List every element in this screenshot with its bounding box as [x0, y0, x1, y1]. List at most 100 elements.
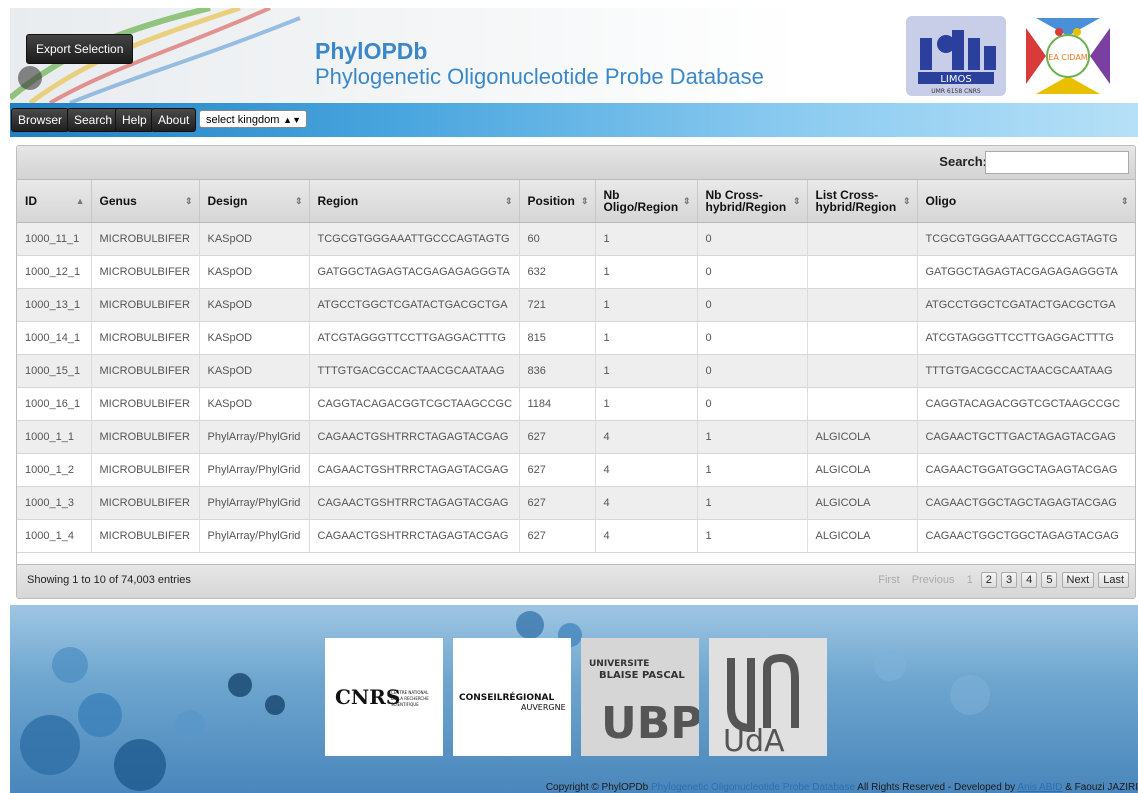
pager-page-4[interactable]: 4: [1021, 572, 1038, 588]
cell-list-cross-hybrid: [807, 255, 918, 289]
col-header-region[interactable]: Region ⇕: [309, 180, 520, 223]
table-row[interactable]: 1000_1_2 MICROBULBIFER PhylArray/PhylGrid C…: [17, 453, 1135, 487]
col-header-oligo[interactable]: Oligo ⇕: [917, 180, 1135, 223]
cell-list-cross-hybrid: [807, 354, 918, 388]
col-header-position[interactable]: Position ⇕: [519, 180, 596, 223]
col-header-design[interactable]: Design ⇕: [199, 180, 310, 223]
cell-region: CAGAACTGSHTRRCTAGAGTACGAG: [309, 453, 520, 487]
svg-text:UNIVERSITE: UNIVERSITE: [589, 659, 649, 669]
cell-list-cross-hybrid: [807, 321, 918, 355]
table-row[interactable]: 1000_11_1 MICROBULBIFER KASpOD TCGCGTGGGAAA…: [17, 222, 1135, 256]
table-row[interactable]: 1000_1_3 MICROBULBIFER PhylArray/PhylGrid C…: [17, 486, 1135, 520]
cell-nb-oligo: 1: [595, 354, 698, 388]
cnrs-logo-graphic: CNRS CENTRE NATIONAL DE LA RECHERCHE SCI…: [335, 685, 429, 709]
cell-nb-oligo: 1: [595, 255, 698, 289]
nav-about-button[interactable]: About: [151, 108, 197, 132]
table-row[interactable]: 1000_13_1 MICROBULBIFER KASpOD ATGCCTGGCTCG…: [17, 288, 1135, 322]
author-link[interactable]: Anis ABID: [1017, 782, 1062, 793]
pager-last[interactable]: Last: [1098, 572, 1129, 588]
cell-nb-cross-hybrid: 1: [697, 420, 808, 454]
table-row[interactable]: 1000_1_1 MICROBULBIFER PhylArray/PhylGrid C…: [17, 420, 1135, 454]
pager-page-3[interactable]: 3: [1000, 572, 1018, 588]
cell-design: KASpOD: [199, 255, 310, 289]
sort-icon: ⇕: [792, 196, 801, 206]
cell-id: 1000_15_1: [17, 354, 92, 388]
table-footer: Showing 1 to 10 of 74,003 entries First …: [17, 564, 1135, 598]
ea-cidam-text: EA CIDAM: [1048, 53, 1088, 62]
search-input[interactable]: [985, 151, 1129, 174]
col-header-id[interactable]: ID ▲: [17, 180, 92, 223]
cell-nb-cross-hybrid: 0: [697, 255, 808, 289]
pager-page-5[interactable]: 5: [1041, 572, 1058, 588]
cell-design: PhylArray/PhylGrid: [199, 453, 310, 487]
ubp-logo-graphic: UNIVERSITE BLAISE PASCAL UBP: [589, 659, 703, 749]
svg-text:CENTRE NATIONAL: CENTRE NATIONAL: [391, 690, 429, 695]
table-row[interactable]: 1000_16_1 MICROBULBIFER KASpOD CAGGTACAGACG…: [17, 387, 1135, 421]
cell-oligo: CAGAACTGGCTAGCTAGAGTACGAG: [917, 486, 1135, 520]
table-row[interactable]: 1000_12_1 MICROBULBIFER KASpOD GATGGCTAGAGT…: [17, 255, 1135, 289]
table-row[interactable]: 1000_14_1 MICROBULBIFER KASpOD ATCGTAGGGTTC…: [17, 321, 1135, 355]
cell-nb-cross-hybrid: 1: [697, 519, 808, 553]
cell-list-cross-hybrid: [807, 387, 918, 421]
cell-oligo: CAGAACTGGCTGGCTAGAGTACGAG: [917, 519, 1135, 553]
conseil-regional-logo-graphic: CONSEILRÉGIONAL AUVERGNE: [459, 691, 566, 712]
universite-blaise-pascal-logo: UNIVERSITE BLAISE PASCAL UBP: [581, 638, 703, 756]
sort-icon: ⇕: [184, 196, 193, 206]
svg-text:CONSEILRÉGIONAL: CONSEILRÉGIONAL: [459, 691, 554, 703]
app-subtitle: Phylogenetic Oligonucleotide Probe Datab…: [315, 64, 764, 89]
cell-nb-cross-hybrid: 1: [697, 486, 808, 520]
cell-position: 627: [519, 420, 596, 454]
cell-region: CAGGTACAGACGGTCGCTAAGCCGC: [309, 387, 520, 421]
cell-nb-oligo: 1: [595, 288, 698, 322]
cell-id: 1000_16_1: [17, 387, 92, 421]
kingdom-select[interactable]: select kingdom ▲▼: [199, 110, 307, 128]
cell-id: 1000_1_4: [17, 519, 92, 553]
pager-previous[interactable]: Previous: [908, 572, 959, 588]
pager-page-2[interactable]: 2: [980, 572, 997, 588]
col-header-nb-cross-hybrid[interactable]: Nb Cross-hybrid/Region ⇕: [697, 180, 808, 223]
sort-icon: ⇕: [580, 196, 589, 206]
table-row[interactable]: 1000_1_4 MICROBULBIFER PhylArray/PhylGrid C…: [17, 519, 1135, 553]
col-header-list-cross-hybrid[interactable]: List Cross-hybrid/Region ⇕: [807, 180, 918, 223]
select-arrow-icon: ▲▼: [283, 115, 301, 125]
table-header-row: ID ▲ Genus ⇕ Design ⇕ Region ⇕ Position ⇕ Nb …: [17, 180, 1135, 223]
cell-id: 1000_12_1: [17, 255, 92, 289]
pager-next[interactable]: Next: [1061, 572, 1095, 588]
cell-id: 1000_14_1: [17, 321, 92, 355]
cell-nb-cross-hybrid: 0: [697, 321, 808, 355]
cell-id: 1000_1_1: [17, 420, 92, 454]
uda-logo-graphic: UdA: [723, 653, 799, 759]
cell-position: 632: [519, 255, 596, 289]
cell-list-cross-hybrid: [807, 222, 918, 256]
cell-design: KASpOD: [199, 321, 310, 355]
table-row[interactable]: 1000_15_1 MICROBULBIFER KASpOD TTTGTGACGCCA…: [17, 354, 1135, 388]
pager-first[interactable]: First: [874, 572, 903, 588]
export-selection-button[interactable]: Export Selection: [26, 34, 134, 64]
cell-region: ATCGTAGGGTTCCTTGAGGACTTTG: [309, 321, 520, 355]
cell-list-cross-hybrid: [807, 288, 918, 322]
cell-id: 1000_11_1: [17, 222, 92, 256]
cell-oligo: GATGGCTAGAGTACGAGAGAGGGTA: [917, 255, 1135, 289]
nav-help-button[interactable]: Help: [115, 108, 154, 132]
cell-genus: MICROBULBIFER: [91, 519, 200, 553]
nav-browser-button[interactable]: Browser: [11, 108, 70, 132]
cell-oligo: TCGCGTGGGAAATTGCCCAGTAGTG: [917, 222, 1135, 256]
dna-footer-decoration: [20, 611, 990, 791]
cell-design: PhylArray/PhylGrid: [199, 420, 310, 454]
cell-design: PhylArray/PhylGrid: [199, 519, 310, 553]
header: Export Selection PhylOPDb Phylogenetic O…: [10, 8, 1138, 103]
col-header-nb-oligo[interactable]: Nb Oligo/Region ⇕: [595, 180, 698, 223]
cell-nb-oligo: 1: [595, 387, 698, 421]
col-header-genus[interactable]: Genus ⇕: [91, 180, 200, 223]
cell-design: KASpOD: [199, 387, 310, 421]
cell-design: KASpOD: [199, 222, 310, 256]
cell-nb-cross-hybrid: 0: [697, 288, 808, 322]
ea-cidam-logo: EA CIDAM: [1026, 18, 1110, 94]
cell-position: 1184: [519, 387, 596, 421]
cell-oligo: CAGAACTGCTTGACTAGAGTACGAG: [917, 420, 1135, 454]
cell-design: KASpOD: [199, 354, 310, 388]
table-body: 1000_11_1 MICROBULBIFER KASpOD TCGCGTGGGAAA…: [17, 222, 1135, 553]
nav-search-button[interactable]: Search: [67, 108, 120, 132]
cell-genus: MICROBULBIFER: [91, 420, 200, 454]
pagination: First Previous 1 2 3 4 5 Next Last: [873, 572, 1129, 588]
